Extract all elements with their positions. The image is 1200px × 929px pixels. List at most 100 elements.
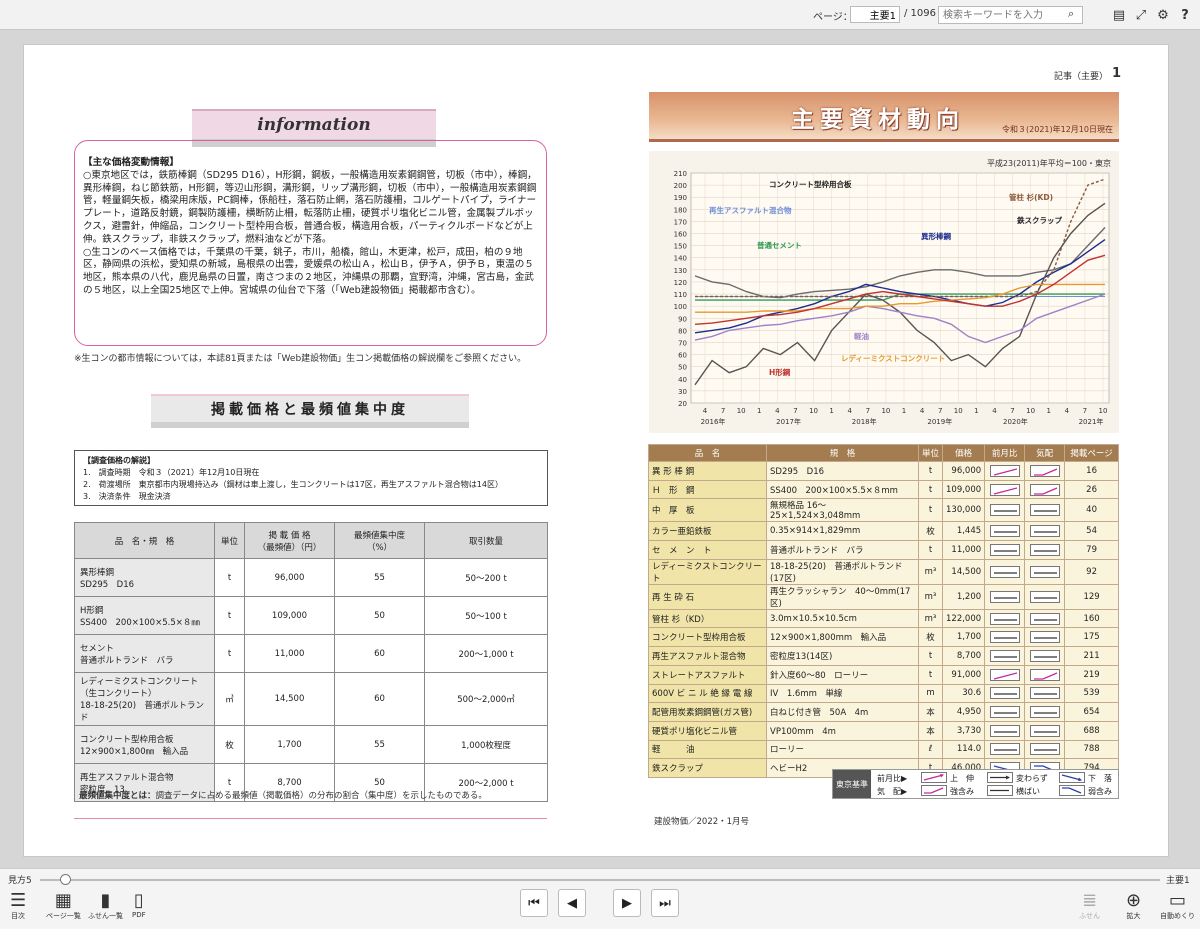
cell-mom [984, 461, 1026, 481]
series-label: コンクリート型枠用合板 [769, 179, 852, 189]
cell-concentration: 50 [334, 596, 425, 635]
info-paragraph-1: ○東京地区では，鉄筋棒鋼（SD295 D16），H形鋼，鋼板，一般構造用炭素鋼鋼… [83, 169, 537, 245]
arrow-flat-icon [989, 743, 1020, 756]
info-head: 【主な価格変動情報】 [83, 157, 179, 168]
cell-unit: t [214, 596, 245, 635]
list-icon: ☰ [10, 890, 27, 911]
cell-page: 129 [1064, 583, 1119, 610]
col-header: 前月比 [984, 444, 1026, 462]
cell-item: H形鋼 SS400 200×100×5.5×８㎜ [74, 596, 215, 635]
year-label: 2018年 [852, 417, 877, 426]
table-row: 硬質ポリ塩化ビニル管 VP100mm 4m 本 3,730 688 [648, 720, 1119, 741]
col-header: 価格 [941, 444, 986, 462]
cell-spec: SD295 D16 [766, 461, 919, 481]
search-input[interactable] [938, 6, 1083, 24]
cell-outlook [1024, 739, 1066, 760]
cell-item: コンクリート型枠用合板 [648, 627, 767, 648]
gear-icon[interactable]: ⚙ [1153, 5, 1173, 25]
arrow-up-icon [1029, 464, 1060, 477]
book-icon: ▭ [1168, 890, 1186, 911]
legend-flat: 変わらず [1016, 774, 1048, 783]
sticky-list-label: ふせん一覧 [88, 912, 123, 920]
cell-mom [984, 558, 1026, 585]
cell-unit: m³ [918, 583, 943, 610]
cell-page: 654 [1064, 702, 1119, 722]
cell-outlook [1024, 540, 1066, 560]
series-label: 管柱 杉(KD) [1009, 192, 1053, 202]
cell-unit: t [918, 540, 943, 560]
search-icon[interactable]: ⌕ [1068, 7, 1074, 21]
next-page-button[interactable]: ▶ [613, 889, 641, 917]
page-list-button[interactable]: ▦ ページ一覧 [46, 891, 81, 921]
page-total: / 1096 [904, 8, 936, 19]
page-slider-track[interactable] [40, 879, 1160, 881]
info-paragraph-2: ○生コンのベース価格では，千葉県の千葉，銚子，市川，船橋，館山，木更津，松戸，成… [83, 246, 534, 296]
arrow-flat-icon [1029, 565, 1060, 578]
cell-page: 79 [1064, 540, 1119, 560]
legend-down: 下 落 [1088, 774, 1112, 783]
cell-unit: t [918, 461, 943, 481]
arrow-flat-icon [989, 631, 1020, 644]
sticky-list-button[interactable]: ▮ ふせん一覧 [88, 891, 123, 921]
fullscreen-icon[interactable]: ⤢ [1131, 5, 1151, 25]
cell-mom [984, 702, 1026, 722]
x-tick-label: 10 [1026, 407, 1035, 415]
series-label: 軽油 [854, 331, 869, 341]
cell-quantity: 50〜100 t [424, 596, 548, 635]
last-page-button[interactable]: ⏭ [651, 889, 679, 917]
pdf-button[interactable]: ▯ PDF [132, 891, 146, 920]
note-icon: ▮ [100, 890, 111, 911]
cell-unit: m³ [918, 558, 943, 585]
year-label: 2016年 [701, 417, 726, 426]
cell-mom [984, 627, 1026, 648]
x-tick-label: 10 [954, 407, 963, 415]
toc-label: 目次 [11, 912, 26, 920]
toc-button[interactable]: ☰ 目次 [10, 891, 26, 921]
table-row: レディーミクストコンクリート （生コンクリート） 18-18-25(20) 普通… [74, 672, 548, 726]
page-slider-handle[interactable] [60, 874, 71, 885]
print-icon[interactable]: ▤ [1109, 5, 1129, 25]
auto-flip-button[interactable]: ▭ 自動めくり [1160, 891, 1195, 921]
y-tick-label: 210 [674, 170, 687, 178]
table-row: カラー亜鉛鉄板 0.35×914×1,829mm 枚 1,445 54 [648, 521, 1119, 542]
cell-unit: 本 [918, 702, 943, 722]
cell-page: 92 [1064, 558, 1119, 585]
series-label: H形鋼 [769, 367, 791, 377]
cell-quantity: 1,000枚程度 [424, 725, 548, 764]
cell-mom [984, 583, 1026, 610]
x-tick-label: 1 [829, 407, 833, 415]
cell-mom [984, 479, 1026, 500]
cell-item: 鉄スクラップ [648, 758, 767, 778]
y-tick-label: 190 [674, 194, 687, 202]
cell-item: レディーミクストコンクリート （生コンクリート） 18-18-25(20) 普通… [74, 672, 215, 726]
cell-price: 91,000 [941, 664, 986, 685]
cell-item: カラー亜鉛鉄板 [648, 521, 767, 542]
sticky-button[interactable]: ≣ ふせん [1079, 891, 1100, 921]
info-box: 【主な価格変動情報】 ○東京地区では，鉄筋棒鋼（SD295 D16），H形鋼，鋼… [74, 140, 547, 346]
cell-mom [984, 540, 1026, 560]
cell-price: 96,000 [244, 558, 335, 597]
pdf-label: PDF [132, 911, 146, 919]
cell-price: 30.6 [941, 683, 986, 704]
cell-page: 54 [1064, 521, 1119, 542]
survey-line-2: 2. 荷渡場所 東京都市内現場持込み（鋼材は車上渡し，生コンクリートは17区，再… [83, 480, 503, 489]
cell-outlook [1024, 583, 1066, 610]
cell-quantity: 50〜200 t [424, 558, 548, 597]
page-number-input[interactable] [850, 6, 900, 23]
x-tick-label: 7 [721, 407, 725, 415]
arrow-flat-icon [1029, 743, 1060, 756]
col-header: 取引数量 [424, 522, 548, 559]
arrow-flat-icon [1029, 504, 1060, 517]
y-tick-label: 160 [674, 231, 687, 239]
zoom-button[interactable]: ⊕ 拡大 [1126, 891, 1141, 921]
first-page-button[interactable]: ⏮ [520, 889, 548, 917]
cell-spec: 0.35×914×1,829mm [766, 521, 919, 542]
help-icon[interactable]: ? [1175, 5, 1195, 25]
cell-spec: 白ねじ付き管 50A 4m [766, 702, 919, 722]
arrow-flat-icon [1029, 706, 1060, 719]
x-tick-label: 1 [974, 407, 978, 415]
prev-page-button[interactable]: ◀ [558, 889, 586, 917]
x-tick-label: 7 [866, 407, 870, 415]
y-tick-label: 130 [674, 267, 687, 275]
x-tick-label: 4 [1065, 407, 1070, 415]
